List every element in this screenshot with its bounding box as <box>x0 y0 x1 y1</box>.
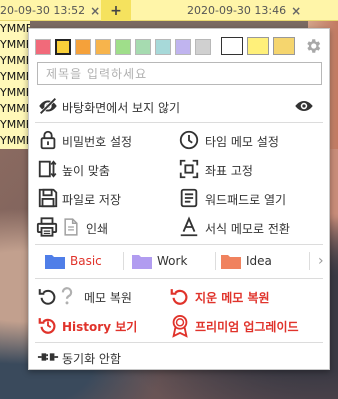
note-line: YMMB <box>0 102 30 115</box>
new-memo-button[interactable]: + <box>101 0 131 21</box>
eye-icon[interactable] <box>293 95 315 117</box>
folder-label: Idea <box>246 254 272 268</box>
tab-memo-right[interactable]: 2020-09-30 13:46 × <box>187 0 301 21</box>
folder-separator <box>123 252 124 270</box>
hide-from-desktop-label: 바탕화면에서 보지 않기 <box>62 101 181 115</box>
password-setting-item[interactable]: 비밀번호 설정 <box>37 128 167 152</box>
unplug-icon <box>37 346 59 368</box>
divider <box>35 122 323 123</box>
page-icon <box>61 216 83 238</box>
divider <box>35 342 323 343</box>
folder-label: Work <box>157 254 188 268</box>
title-input[interactable] <box>37 62 322 85</box>
folder-icon <box>132 253 152 269</box>
close-icon[interactable]: × <box>90 4 100 18</box>
award-icon <box>169 314 191 338</box>
swatch-teal[interactable] <box>155 39 171 55</box>
fit-height-item[interactable]: 높이 맞춤 <box>37 157 167 181</box>
note-line: YMMB <box>0 70 30 83</box>
tab-memo-left[interactable]: 20-09-30 13:52 × <box>0 0 100 21</box>
sync-disable-label: 동기화 안함 <box>62 352 122 366</box>
swatch-green[interactable] <box>115 39 131 55</box>
print-item[interactable]: 인쇄 <box>35 215 165 239</box>
open-wordpad-label: 워드패드로 열기 <box>205 193 287 207</box>
open-wordpad-item[interactable]: 워드패드로 열기 <box>178 186 323 210</box>
restore-deleted-item[interactable]: 지운 메모 복원 <box>169 284 323 308</box>
memo-note-background: YMMB YMMB YMMB YMMB YMMB YMMB YMMB YMMB <box>0 21 30 149</box>
password-setting-label: 비밀번호 설정 <box>62 135 133 149</box>
lock-icon <box>37 129 59 151</box>
tab-date-left: 20-09-30 13:52 <box>0 4 86 17</box>
save-to-file-item[interactable]: 파일로 저장 <box>37 186 167 210</box>
close-icon[interactable]: × <box>291 4 301 18</box>
swatch-amber[interactable] <box>95 39 111 55</box>
print-label: 인쇄 <box>86 222 109 236</box>
color-swatch-row <box>35 37 325 57</box>
swatch-light-yellow[interactable] <box>247 37 269 55</box>
restore-deleted-label: 지운 메모 복원 <box>195 291 270 305</box>
tab-bar: 20-09-30 13:52 × + 2020-09-30 13:46 × <box>0 0 338 21</box>
restore-memo-item[interactable]: 메모 복원 <box>37 284 167 308</box>
fit-height-label: 높이 맞춤 <box>62 164 110 178</box>
history-item[interactable]: History 보기 <box>37 313 167 337</box>
timer-memo-item[interactable]: 타임 메모 설정 <box>178 128 323 152</box>
folder-basic[interactable]: Basic <box>45 251 125 271</box>
folder-icon <box>45 253 65 269</box>
swatch-orange[interactable] <box>75 39 91 55</box>
sync-disable-item[interactable]: 동기화 안함 <box>37 345 187 369</box>
note-line: YMMB <box>0 118 30 131</box>
text-format-icon <box>178 216 200 238</box>
undo-icon <box>37 285 59 307</box>
note-line: YMMB <box>0 22 30 35</box>
timer-memo-label: 타임 메모 설정 <box>205 135 279 149</box>
swatch-red[interactable] <box>35 39 51 55</box>
note-line: YMMB <box>0 38 30 51</box>
hide-from-desktop-item[interactable]: 바탕화면에서 보지 않기 <box>29 92 329 120</box>
save-icon <box>37 187 59 209</box>
eye-off-icon <box>37 95 59 117</box>
note-line: YMMB <box>0 134 30 147</box>
folder-row: Basic Work Idea › <box>45 251 329 271</box>
undo-icon <box>169 285 191 307</box>
swatch-gray[interactable] <box>195 39 211 55</box>
format-memo-label: 서식 메모로 전환 <box>205 222 290 236</box>
folder-separator <box>215 252 216 270</box>
clock-icon <box>178 129 200 151</box>
fit-height-icon <box>37 158 59 180</box>
document-icon <box>178 187 200 209</box>
format-memo-item[interactable]: 서식 메모로 전환 <box>178 215 323 239</box>
folder-idea[interactable]: Idea <box>221 251 301 271</box>
folder-label: Basic <box>70 254 102 268</box>
save-to-file-label: 파일로 저장 <box>62 193 122 207</box>
restore-memo-label: 메모 복원 <box>84 291 132 305</box>
fix-position-icon <box>178 158 200 180</box>
history-icon <box>37 314 59 336</box>
note-line: YMMB <box>0 54 30 67</box>
folder-work[interactable]: Work <box>132 251 212 271</box>
swatch-lavender[interactable] <box>175 39 191 55</box>
premium-upgrade-item[interactable]: 프리미엄 업그레이드 <box>169 313 323 338</box>
memo-context-menu: 바탕화면에서 보지 않기 비밀번호 설정 타임 메모 설정 높이 맞춤 좌표 고… <box>28 28 330 370</box>
fix-position-label: 좌표 고정 <box>205 164 253 178</box>
folder-separator <box>309 252 310 270</box>
folder-icon <box>221 253 241 269</box>
printer-icon <box>35 216 58 238</box>
fix-position-item[interactable]: 좌표 고정 <box>178 157 323 181</box>
divider <box>35 278 323 279</box>
swatch-gold[interactable] <box>273 37 295 55</box>
swatch-white[interactable] <box>221 37 243 55</box>
tab-date-right: 2020-09-30 13:46 <box>187 4 287 17</box>
swatch-mint[interactable] <box>135 39 151 55</box>
note-line: YMMB <box>0 86 30 99</box>
premium-upgrade-label: 프리미엄 업그레이드 <box>195 320 299 334</box>
history-label: History 보기 <box>62 320 138 334</box>
chevron-right-icon[interactable]: › <box>318 253 324 269</box>
divider <box>35 244 323 245</box>
swatch-yellow[interactable] <box>55 39 71 55</box>
gear-icon[interactable] <box>304 37 322 55</box>
question-icon <box>59 285 81 307</box>
